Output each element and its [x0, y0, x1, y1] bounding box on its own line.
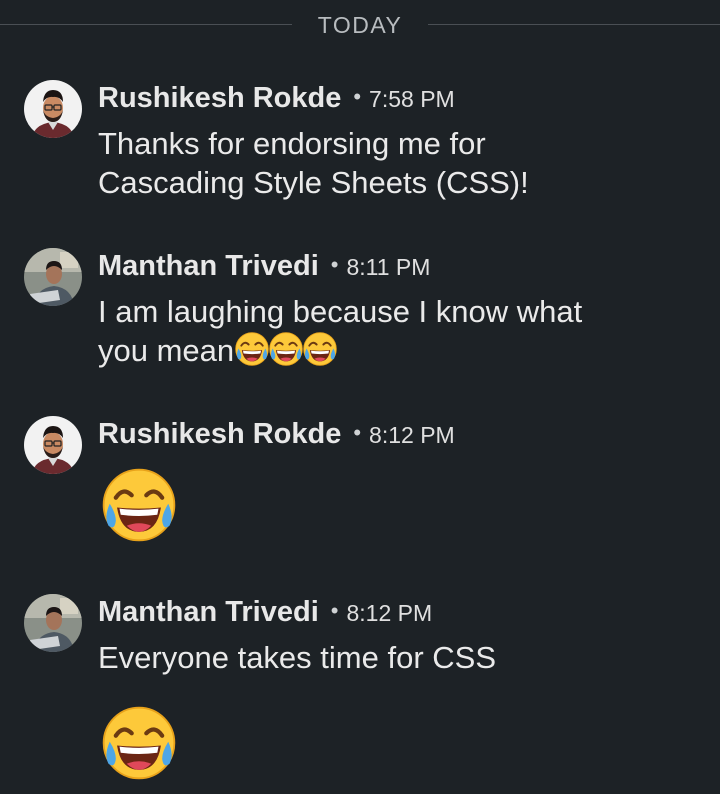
profile-photo-icon — [24, 248, 82, 306]
message-text-line: I am laughing because I know what — [98, 294, 583, 329]
sender-name[interactable]: Rushikesh Rokde — [98, 418, 341, 450]
face-with-tears-of-joy-icon — [234, 331, 270, 367]
avatar-rushikesh-rokde[interactable] — [24, 416, 82, 474]
face-with-tears-of-joy-icon[interactable] — [100, 466, 178, 544]
face-with-tears-of-joy-icon[interactable] — [100, 704, 178, 782]
sender-name[interactable]: Manthan Trivedi — [98, 250, 319, 282]
message-text[interactable]: I am laughing because I know what you me… — [98, 292, 658, 370]
message-time: 8:12 PM — [369, 422, 455, 448]
face-with-tears-of-joy-icon — [302, 331, 338, 367]
avatar-rushikesh-rokde[interactable] — [24, 80, 82, 138]
avatar-manthan-trivedi[interactable] — [24, 594, 82, 652]
separator-dot: • — [330, 598, 339, 623]
profile-photo-icon — [24, 416, 82, 474]
sender-name[interactable]: Rushikesh Rokde — [98, 82, 341, 114]
message-header: Rushikesh Rokde • 7:58 PM — [98, 82, 455, 115]
sender-name[interactable]: Manthan Trivedi — [98, 596, 319, 628]
divider-line-right — [428, 24, 720, 25]
separator-dot: • — [353, 84, 362, 109]
message-time: 8:12 PM — [346, 600, 433, 626]
message-header: Manthan Trivedi • 8:12 PM — [98, 596, 432, 629]
message-header: Manthan Trivedi • 8:11 PM — [98, 250, 430, 283]
profile-photo-icon — [24, 80, 82, 138]
message-time: 7:58 PM — [369, 86, 455, 112]
message-text-line: Everyone takes time for CSS — [98, 640, 496, 675]
face-with-tears-of-joy-icon — [268, 331, 304, 367]
separator-dot: • — [353, 420, 362, 445]
separator-dot: • — [330, 252, 339, 277]
message-header: Rushikesh Rokde • 8:12 PM — [98, 418, 455, 451]
message-text-fragment: you mean — [98, 333, 235, 368]
avatar-manthan-trivedi[interactable] — [24, 248, 82, 306]
profile-photo-icon — [24, 594, 82, 652]
date-divider: TODAY — [0, 0, 720, 50]
message-text-line-2: you mean — [98, 331, 658, 370]
message-text-line: Cascading Style Sheets (CSS)! — [98, 165, 529, 200]
message-time: 8:11 PM — [346, 254, 431, 280]
message-text-line: Thanks for endorsing me for — [98, 126, 486, 161]
message-text[interactable]: Everyone takes time for CSS — [98, 638, 658, 677]
divider-line-left — [0, 24, 292, 25]
message-text[interactable]: Thanks for endorsing me for Cascading St… — [98, 124, 658, 202]
date-divider-label: TODAY — [317, 12, 403, 38]
